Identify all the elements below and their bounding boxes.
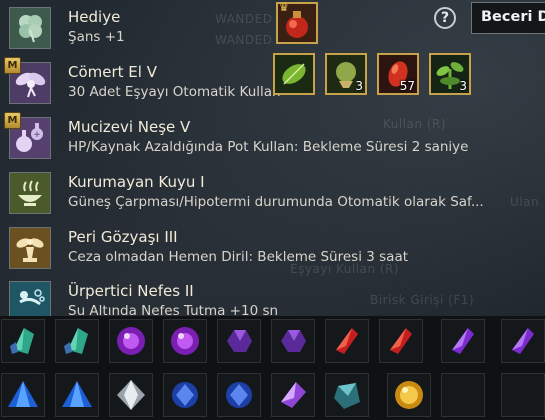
inventory-slot[interactable] (163, 373, 207, 417)
inventory-slot[interactable] (55, 373, 99, 417)
skill-row-hediye[interactable]: Hediye Şans +1 (0, 0, 545, 54)
skill-name: Mucizevi Neşe V (68, 118, 191, 136)
inventory-slot[interactable] (1, 373, 45, 417)
red-crystal-icon (336, 328, 358, 354)
popup-item-slot-2[interactable]: 3 (325, 53, 367, 95)
inventory-slot[interactable] (109, 319, 153, 363)
inventory-slot[interactable] (271, 319, 315, 363)
skill-details-button[interactable]: Beceri De (471, 2, 545, 34)
skill-name: Hediye (68, 8, 121, 26)
popup-item-slot-3[interactable]: 57 (377, 53, 419, 95)
skill-description: Şans +1 (68, 29, 125, 45)
teal-stone-icon (334, 383, 360, 409)
mastery-badge: M (4, 112, 21, 129)
inventory-slot[interactable] (163, 319, 207, 363)
skill-row-kurumayan-kuyu[interactable]: Kurumayan Kuyu I Güneş Çarpması/Hipoterm… (0, 165, 545, 219)
purple-gem-icon (227, 330, 252, 352)
inventory-slot[interactable] (217, 319, 261, 363)
inventory-slot[interactable] (387, 373, 431, 417)
red-crystal-icon (390, 328, 412, 354)
blue-triangle-gem-icon (62, 381, 92, 407)
skill-row-peri-gozyasi[interactable]: Peri Gözyaşı III Ceza olmadan Hemen Diri… (0, 220, 545, 274)
svg-text:+: + (33, 130, 41, 140)
angel-statue-icon (10, 228, 50, 268)
skill-description: HP/Kaynak Azaldığında Pot Kullan: Beklem… (68, 139, 469, 155)
mastery-badge: M (4, 57, 21, 74)
green-crystal-icon (10, 328, 34, 354)
main-potion-slot[interactable]: ♛ (276, 1, 318, 44)
inventory-slot[interactable] (441, 319, 485, 363)
skill-icon-frame (9, 227, 51, 269)
steaming-bowl-icon (10, 173, 50, 213)
inventory-slot[interactable] (379, 319, 423, 363)
purple-orb-icon (117, 327, 145, 355)
skill-description: Ceza olmadan Hemen Diril: Bekleme Süresi… (68, 249, 409, 265)
inventory-slot[interactable] (55, 319, 99, 363)
skill-row-mucizevi-nese[interactable]: M + Mucizevi Neşe V HP/Kaynak Azaldığınd… (0, 110, 545, 164)
item-count: 3 (355, 79, 363, 93)
blue-round-gem-icon (172, 382, 198, 408)
inventory-slot[interactable] (271, 373, 315, 417)
popup-item-slot-1[interactable] (273, 53, 315, 95)
inventory-slot[interactable] (501, 319, 545, 363)
inventory-slot[interactable] (325, 319, 369, 363)
item-count: 57 (399, 79, 415, 93)
skill-name: Peri Gözyaşı III (68, 228, 178, 246)
skill-name: Ürpertici Nefes II (68, 282, 194, 300)
skill-name: Kurumayan Kuyu I (68, 173, 205, 191)
violet-crystal-icon (452, 328, 474, 354)
gold-orb-icon (395, 381, 423, 409)
violet-shard-icon (281, 382, 306, 408)
green-leaf-icon (275, 55, 313, 93)
purple-orb-icon (171, 327, 199, 355)
inventory-slot[interactable] (1, 319, 45, 363)
silver-diamond-icon (117, 380, 145, 410)
help-button[interactable]: ? (434, 7, 456, 29)
blue-round-gem-icon (226, 382, 252, 408)
blue-triangle-gem-icon (8, 381, 38, 407)
skill-description: Güneş Çarpması/Hipotermi durumunda Otoma… (68, 194, 484, 210)
clover-icon (10, 8, 50, 48)
inventory-slot[interactable] (109, 373, 153, 417)
skills-list: Hediye Şans +1 M Cömert El V 30 Adet Eşy… (0, 0, 545, 323)
purple-gem-icon (281, 330, 306, 352)
violet-crystal-icon (512, 328, 534, 354)
inventory-grid (0, 316, 545, 420)
skill-icon-frame (9, 7, 51, 49)
green-crystal-icon (64, 328, 88, 354)
inventory-slot-empty[interactable] (441, 373, 485, 417)
skill-icon-frame (9, 172, 51, 214)
item-count: 3 (459, 79, 467, 93)
inventory-slot[interactable] (217, 373, 261, 417)
crown-icon: ♛ (279, 1, 289, 14)
inventory-slot[interactable] (325, 373, 369, 417)
skill-name: Cömert El V (68, 63, 157, 81)
popup-item-slot-4[interactable]: 3 (429, 53, 471, 95)
inventory-slot-empty[interactable] (501, 373, 545, 417)
skill-description: 30 Adet Eşyayı Otomatik Kullan (68, 84, 281, 100)
